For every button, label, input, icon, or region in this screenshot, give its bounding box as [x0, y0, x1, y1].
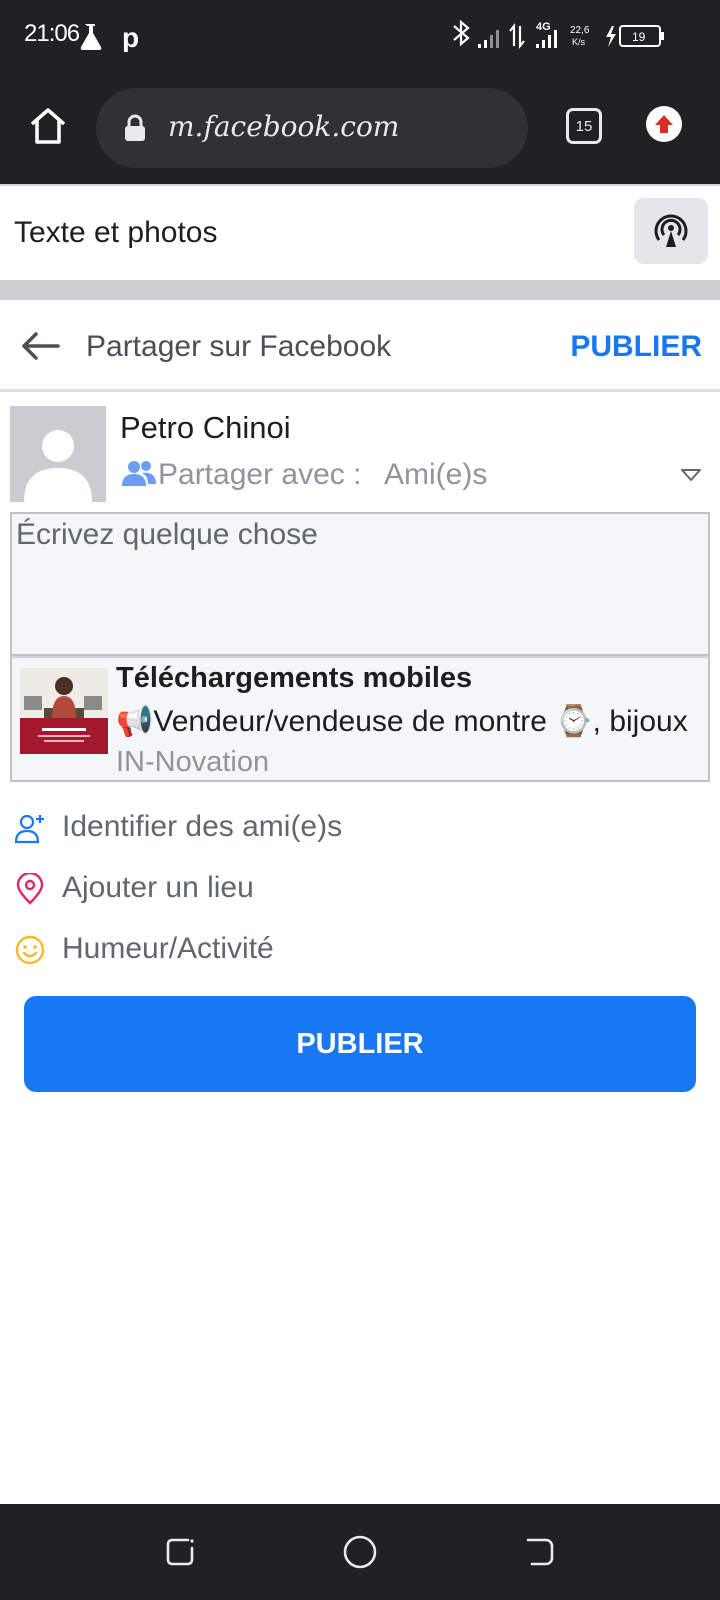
back-nav-icon: [526, 1538, 554, 1566]
page-title: Texte et photos: [14, 216, 218, 249]
audience-selector[interactable]: Partager avec : Ami(e)s: [122, 458, 712, 494]
audience-value: Ami(e)s: [384, 458, 488, 491]
tag-friends-label: Identifier des ami(e)s: [62, 810, 343, 843]
smiley-icon: [15, 935, 45, 965]
tag-friends-icon: [14, 814, 44, 844]
back-arrow-icon: [22, 332, 60, 360]
post-text-placeholder: Écrivez quelque chose: [16, 518, 318, 551]
link-description: 📢Vendeur/vendeuse de montre ⌚, bijoux: [116, 705, 688, 738]
friends-icon: [122, 461, 156, 486]
chevron-down-icon: [681, 469, 701, 481]
address-bar[interactable]: m.facebook.com: [96, 88, 528, 168]
data-arrows-icon: [509, 22, 525, 50]
url-text: m.facebook.com: [168, 110, 400, 143]
link-source: IN-Novation: [116, 746, 270, 778]
feeling-activity-label: Humeur/Activité: [62, 932, 274, 965]
status-bar: 21:06 p 4G 22,6 K/s 19: [0, 0, 720, 72]
system-nav-bar: [0, 1504, 720, 1600]
tab-switcher-button[interactable]: 15: [566, 108, 602, 144]
tag-friends-action[interactable]: Identifier des ami(e)s: [14, 806, 704, 856]
svg-text:p: p: [122, 22, 139, 52]
post-text-input[interactable]: Écrivez quelque chose: [10, 512, 710, 656]
arrow-up-icon: [655, 115, 673, 133]
feeling-activity-action[interactable]: Humeur/Activité: [14, 928, 704, 978]
link-thumbnail-image: [20, 668, 108, 754]
browser-toolbar: m.facebook.com 15: [0, 72, 720, 184]
page-title-bar: Texte et photos: [0, 184, 720, 280]
broadcast-icon: [654, 214, 688, 247]
home-circle-icon: [343, 1535, 377, 1569]
header-publish-button[interactable]: PUBLIER: [570, 330, 702, 364]
avatar: [10, 406, 106, 502]
svg-text:4G: 4G: [536, 21, 551, 33]
signal-icon-1: [478, 30, 499, 48]
broadcast-button[interactable]: [634, 198, 708, 264]
composer-header: Partager sur Facebook PUBLIER: [0, 300, 720, 392]
recent-apps-button[interactable]: [162, 1534, 198, 1570]
back-nav-button[interactable]: [522, 1534, 558, 1570]
notification-icons: p: [78, 22, 168, 57]
composer-title: Partager sur Facebook: [86, 330, 392, 363]
charging-icon: [606, 26, 616, 47]
bluetooth-icon: [453, 19, 470, 47]
home-icon: [30, 108, 66, 144]
svg-text:19: 19: [632, 30, 646, 44]
lock-icon: [125, 114, 145, 141]
link-title: Téléchargements mobiles: [116, 662, 473, 694]
default-avatar-icon: [10, 406, 106, 502]
clock: 21:06: [24, 20, 80, 47]
section-divider: [0, 280, 720, 300]
publish-button[interactable]: PUBLIER: [24, 996, 696, 1092]
add-location-label: Ajouter un lieu: [62, 871, 254, 904]
back-button[interactable]: [20, 330, 60, 362]
update-button[interactable]: [646, 106, 682, 142]
user-name: Petro Chinoi: [120, 410, 291, 445]
location-pin-icon: [16, 873, 44, 905]
flask-icon: p: [80, 22, 139, 53]
home-nav-button[interactable]: [342, 1534, 378, 1570]
recent-apps-icon: [166, 1538, 194, 1566]
home-button[interactable]: [28, 106, 68, 146]
status-icons: 4G 22,6 K/s 19: [446, 18, 696, 54]
svg-text:K/s: K/s: [572, 37, 586, 47]
add-location-action[interactable]: Ajouter un lieu: [14, 867, 704, 917]
share-with-label: Partager avec :: [158, 458, 362, 491]
link-thumbnail: [20, 668, 108, 754]
link-preview-card[interactable]: Téléchargements mobiles 📢Vendeur/vendeus…: [10, 656, 710, 782]
svg-text:22,6: 22,6: [570, 25, 590, 36]
